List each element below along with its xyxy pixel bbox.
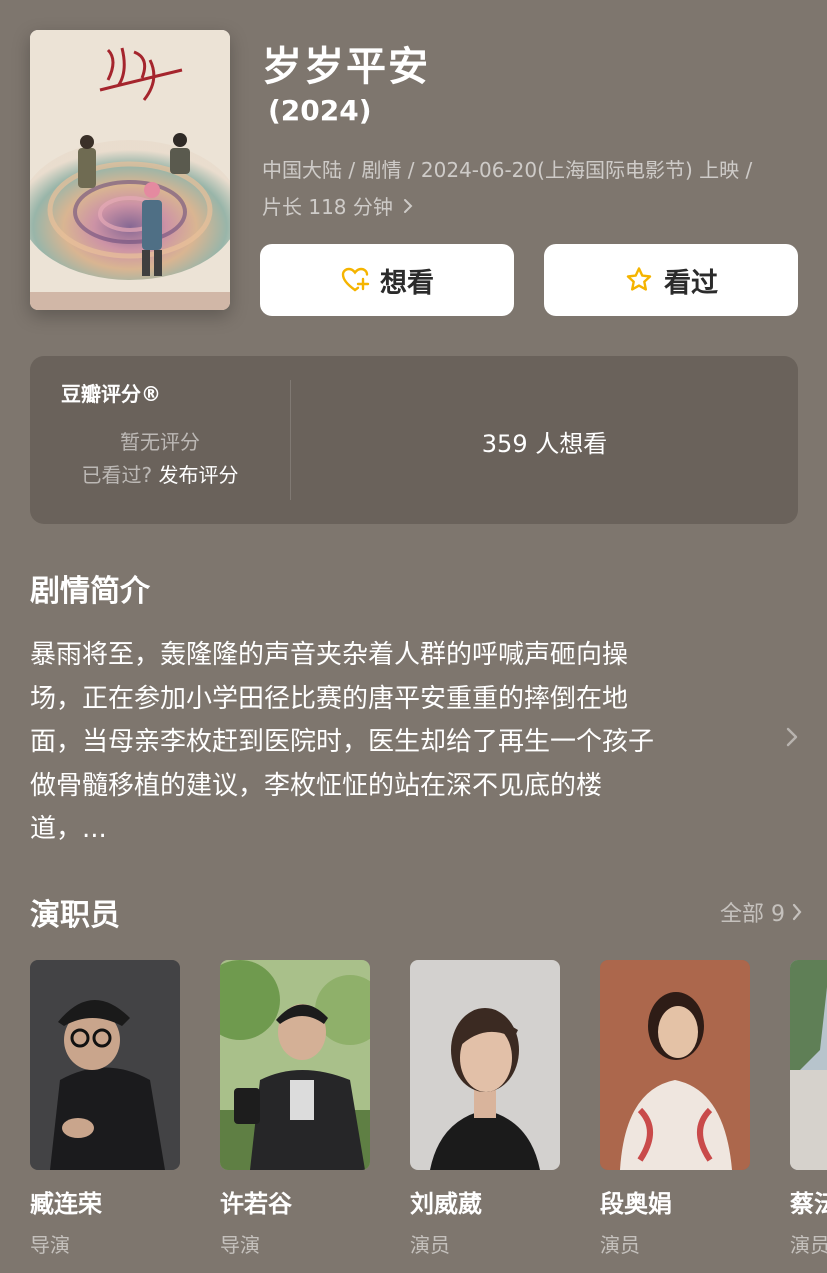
- synopsis-line: 做骨髓移植的建议，李枚怔怔的站在深不见底的楼: [30, 770, 603, 801]
- cast-role: 演员: [600, 1233, 640, 1257]
- rate-prompt: 已看过? 发布评分: [30, 459, 290, 488]
- cast-card[interactable]: 蔡沄 演员: [790, 960, 827, 1258]
- chevron-right-icon: [792, 903, 802, 921]
- cast-name: 段奥娟: [600, 1190, 672, 1218]
- cast-photo: [410, 960, 560, 1170]
- synopsis-expand-chevron-icon[interactable]: [782, 724, 802, 750]
- synopsis-line: 面，当母亲李枚赶到医院时，医生却给了再生一个孩子: [30, 727, 655, 757]
- cast-card[interactable]: 许若谷 导演: [220, 960, 370, 1258]
- synopsis-heading: 剧情简介: [30, 574, 150, 609]
- synopsis-text[interactable]: 暴雨将至，轰隆隆的声音夹杂着人群的呼喊声砸向操 场，正在参加小学田径比赛的唐平安…: [30, 634, 760, 852]
- want-label: 想看: [380, 267, 434, 299]
- movie-meta[interactable]: 中国大陆 / 剧情 / 2024-06-20(上海国际电影节) 上映 / 片长 …: [262, 152, 802, 226]
- cast-role: 导演: [30, 1233, 70, 1257]
- seen-question: 已看过?: [81, 463, 153, 487]
- douban-rating-brand: 豆瓣评分®: [61, 382, 161, 406]
- cast-photo: [790, 960, 827, 1170]
- cast-card[interactable]: 刘威葳 演员: [410, 960, 560, 1258]
- cast-photo: [600, 960, 750, 1170]
- chevron-right-icon: [403, 189, 413, 226]
- movie-poster[interactable]: [30, 30, 230, 310]
- publish-rating-link[interactable]: 发布评分: [158, 463, 238, 487]
- cast-card[interactable]: 臧连荣 导演: [30, 960, 180, 1258]
- star-icon: [624, 265, 654, 295]
- synopsis-line: 场，正在参加小学田径比赛的唐平安重重的摔倒在地: [30, 683, 629, 714]
- movie-title: 岁岁平安: [262, 44, 430, 90]
- seen-label: 看过: [664, 267, 718, 299]
- meta-duration: 片长 118 分钟: [262, 195, 393, 219]
- cast-role: 导演: [220, 1233, 260, 1257]
- cast-role: 演员: [410, 1233, 450, 1257]
- heart-plus-icon: [340, 265, 370, 295]
- cast-name: 许若谷: [220, 1190, 292, 1218]
- synopsis-line: 道，...: [30, 814, 107, 844]
- meta-line-2: 片长 118 分钟: [262, 189, 802, 226]
- no-score-text: 暂无评分: [120, 430, 200, 454]
- cast-all-label: 全部 9: [720, 902, 785, 927]
- cast-photo: [220, 960, 370, 1170]
- want-to-watch-button[interactable]: 想看: [260, 244, 514, 316]
- cast-name: 臧连荣: [30, 1190, 102, 1218]
- want-count: 359 人想看: [481, 430, 608, 458]
- cast-photo: [30, 960, 180, 1170]
- cast-name: 蔡沄: [790, 1190, 827, 1218]
- rating-card: 豆瓣评分® 暂无评分 已看过? 发布评分 359 人想看: [30, 356, 798, 524]
- cast-heading: 演职员: [30, 898, 120, 933]
- synopsis-line: 暴雨将至，轰隆隆的声音夹杂着人群的呼喊声砸向操: [30, 640, 629, 670]
- cast-name: 刘威葳: [410, 1190, 482, 1218]
- cast-all-link[interactable]: 全部 9: [720, 896, 803, 928]
- meta-line-1: 中国大陆 / 剧情 / 2024-06-20(上海国际电影节) 上映 /: [262, 158, 753, 182]
- watched-button[interactable]: 看过: [544, 244, 798, 316]
- cast-role: 演员: [790, 1233, 827, 1257]
- movie-year: (2024): [268, 94, 372, 127]
- cast-card[interactable]: 段奥娟 演员: [600, 960, 750, 1258]
